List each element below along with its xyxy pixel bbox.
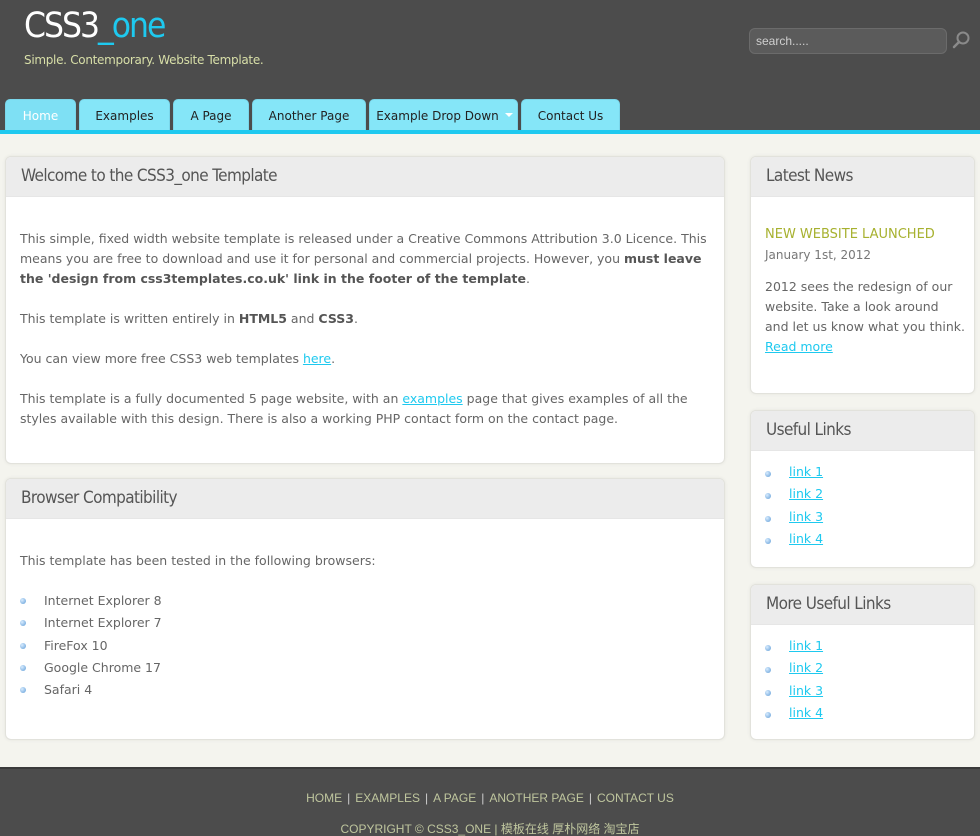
browser-name: Internet Explorer 8 xyxy=(44,593,162,608)
browser-compat-intro: This template has been tested in the fol… xyxy=(20,553,376,568)
footer-link-another-page[interactable]: ANOTHER PAGE xyxy=(489,791,583,805)
tab-home[interactable]: Home xyxy=(5,99,76,131)
footer-separator: | xyxy=(424,791,429,805)
site-logo[interactable]: CSS3_one xyxy=(24,6,166,46)
html5-and: and xyxy=(286,311,319,326)
useful-links-panel: Useful Links link 1 link 2 link 3 link 4 xyxy=(750,410,975,568)
more-templates-text: You can view more free CSS3 web template… xyxy=(20,351,303,366)
useful-link[interactable]: link 3 xyxy=(789,509,823,524)
html5-label: HTML5 xyxy=(238,311,287,326)
here-link[interactable]: here xyxy=(303,351,331,366)
news-body: 2012 sees the redesign of our website. T… xyxy=(765,279,965,334)
tab-contact-us[interactable]: Contact Us xyxy=(521,99,620,131)
welcome-paragraph-more-templates: You can view more free CSS3 web template… xyxy=(20,349,710,369)
more-useful-link[interactable]: link 1 xyxy=(789,638,823,653)
html5-intro: This template is written entirely in xyxy=(20,311,239,326)
more-templates-end: . xyxy=(331,351,336,366)
welcome-panel: Welcome to the CSS3_one Template This si… xyxy=(5,156,725,464)
licence-text: This simple, fixed width website templat… xyxy=(20,231,707,266)
search-input[interactable]: search..... xyxy=(749,28,947,54)
footer-copyright: COPYRIGHT © CSS3_ONE | 模板在线 厚朴网络 淘宝店 xyxy=(340,822,640,836)
more-useful-links-title: More Useful Links xyxy=(751,585,974,625)
useful-link[interactable]: link 2 xyxy=(789,486,823,501)
footer-link-a-page[interactable]: A PAGE xyxy=(433,791,476,805)
magnifier-icon[interactable] xyxy=(952,30,972,50)
bullet-icon xyxy=(20,665,26,671)
browser-name: Safari 4 xyxy=(44,682,93,697)
site-slogan: Simple. Contemporary. Website Template. xyxy=(24,53,264,67)
tab-examples[interactable]: Examples xyxy=(79,99,170,131)
tab-example-drop-down-label: Example Drop Down xyxy=(376,109,499,123)
bullet-icon xyxy=(765,493,771,499)
html5-end: . xyxy=(353,311,358,326)
welcome-paragraph-licence: This simple, fixed width website templat… xyxy=(20,229,710,289)
bullet-icon xyxy=(765,667,771,673)
bullet-icon xyxy=(765,645,771,651)
bullet-icon xyxy=(765,471,771,477)
bullet-icon xyxy=(20,620,26,626)
news-date: January 1st, 2012 xyxy=(765,248,872,262)
nav-underline xyxy=(0,130,980,134)
latest-news-title: Latest News xyxy=(751,157,974,197)
footer-separator: | xyxy=(347,791,351,805)
tab-example-drop-down[interactable]: Example Drop Down xyxy=(369,99,518,131)
bullet-icon xyxy=(765,690,771,696)
chevron-down-icon xyxy=(505,113,513,117)
bullet-icon xyxy=(765,712,771,718)
browser-compat-title: Browser Compatibility xyxy=(6,479,724,519)
more-useful-link[interactable]: link 3 xyxy=(789,683,823,698)
useful-links-title: Useful Links xyxy=(751,411,974,451)
logo-main-text: CSS3 xyxy=(24,6,100,46)
tab-a-page[interactable]: A Page xyxy=(173,99,249,131)
footer-link-home[interactable]: HOME xyxy=(306,791,342,805)
bullet-icon xyxy=(20,598,26,604)
browser-compat-panel: Browser Compatibility This template has … xyxy=(5,478,725,740)
useful-link[interactable]: link 4 xyxy=(789,531,823,546)
more-useful-link[interactable]: link 4 xyxy=(789,705,823,720)
footer-link-contact-us[interactable]: CONTACT US xyxy=(597,791,674,805)
news-headline: NEW WEBSITE LAUNCHED xyxy=(765,227,935,242)
main-navigation: Home Examples A Page Another Page Exampl… xyxy=(0,99,980,135)
more-useful-link[interactable]: link 2 xyxy=(789,660,823,675)
site-footer: HOME | EXAMPLES | A PAGE | ANOTHER PAGE | CONTAC… xyxy=(0,767,980,836)
welcome-paragraph-html5: This template is written entirely in HTM… xyxy=(20,309,710,329)
documented-text: This template is a fully documented 5 pa… xyxy=(20,391,403,406)
read-more-link[interactable]: Read more xyxy=(765,339,833,354)
bullet-icon xyxy=(20,643,26,649)
browser-name: Google Chrome 17 xyxy=(44,660,161,675)
useful-link[interactable]: link 1 xyxy=(789,464,823,479)
bullet-icon xyxy=(765,516,771,522)
browser-name: FireFox 10 xyxy=(44,638,108,653)
examples-link[interactable]: examples xyxy=(402,391,462,406)
footer-nav: HOME | EXAMPLES | A PAGE | ANOTHER PAGE | CONTAC… xyxy=(0,791,980,805)
welcome-title: Welcome to the CSS3_one Template xyxy=(6,157,724,197)
logo-accent-text: _one xyxy=(98,6,166,46)
bullet-icon xyxy=(20,687,26,693)
welcome-paragraph-documented: This template is a fully documented 5 pa… xyxy=(20,389,710,429)
css3-label: CSS3 xyxy=(318,311,354,326)
browser-name: Internet Explorer 7 xyxy=(44,615,162,630)
footer-separator: | xyxy=(588,791,592,805)
footer-link-examples[interactable]: EXAMPLES xyxy=(355,791,420,805)
bullet-icon xyxy=(765,538,771,544)
footer-separator: | xyxy=(481,791,485,805)
tab-another-page[interactable]: Another Page xyxy=(252,99,366,131)
licence-end: . xyxy=(526,271,530,286)
latest-news-panel: Latest News NEW WEBSITE LAUNCHED January… xyxy=(750,156,975,394)
more-useful-links-panel: More Useful Links link 1 link 2 link 3 l… xyxy=(750,584,975,740)
